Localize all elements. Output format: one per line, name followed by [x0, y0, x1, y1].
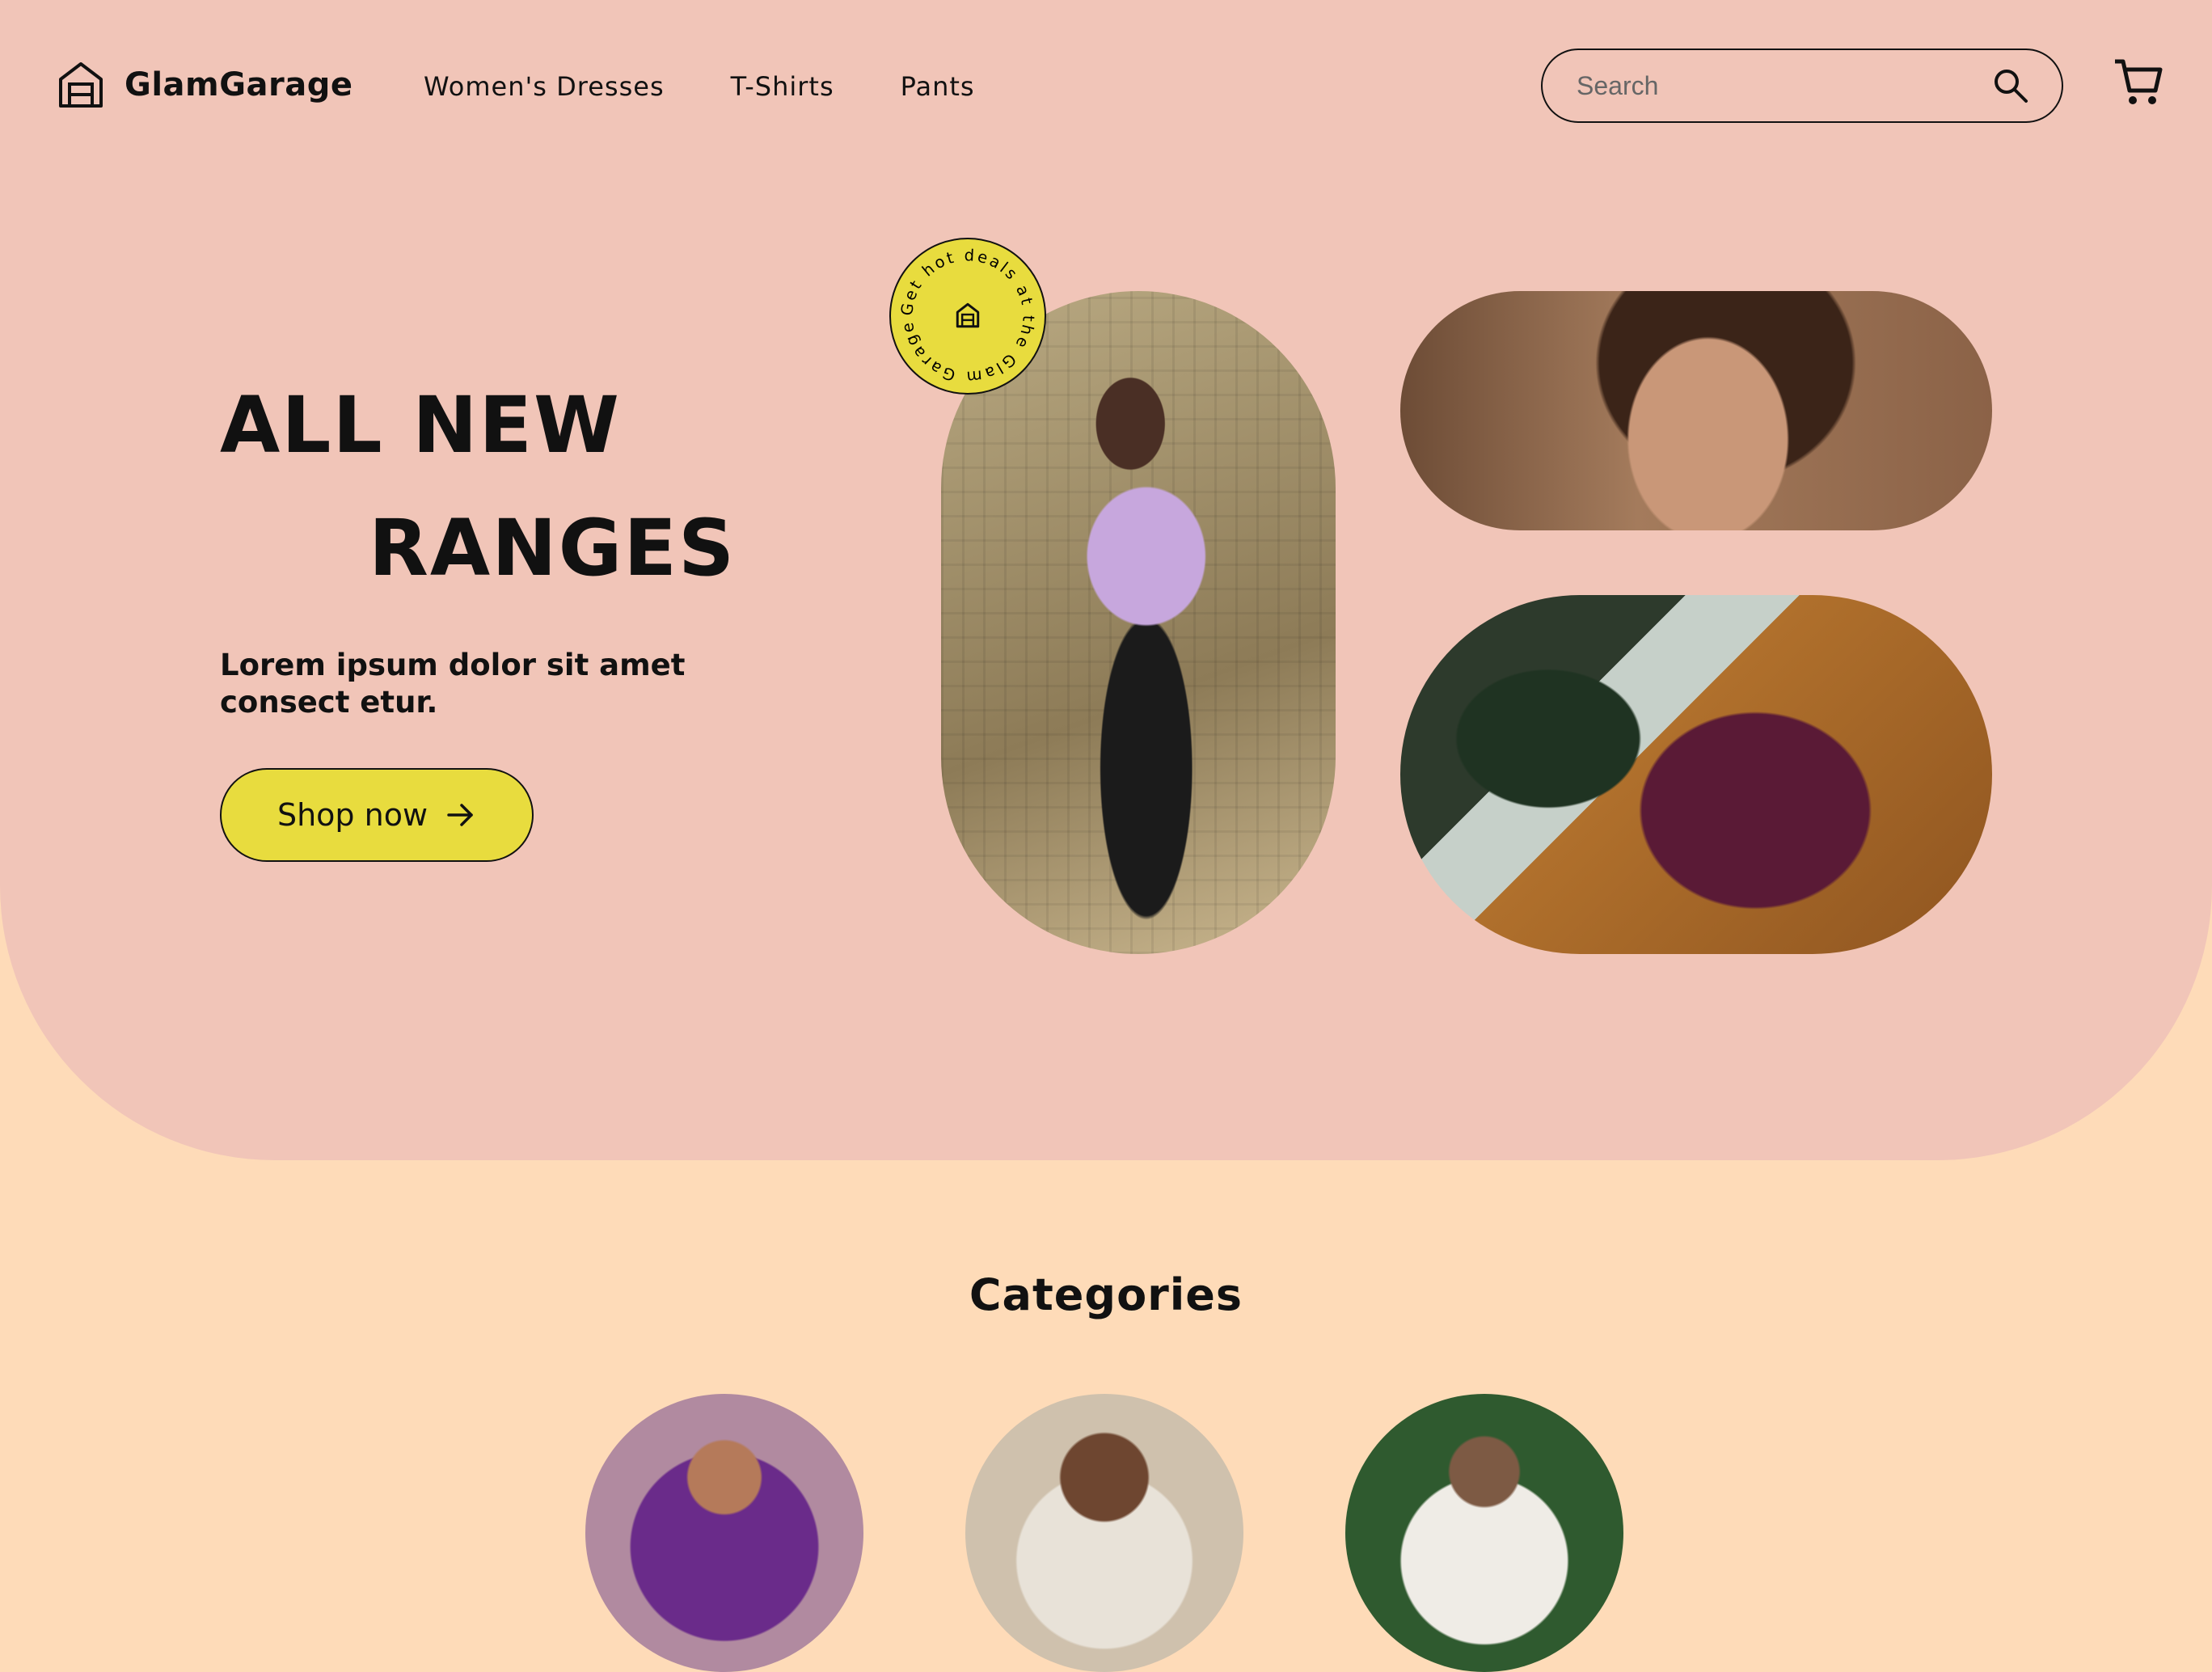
categories-title: Categories — [969, 1269, 1243, 1320]
category-card[interactable] — [965, 1394, 1243, 1672]
hero-title-line1: ALL NEW — [220, 380, 621, 471]
search-input[interactable] — [1577, 70, 1992, 101]
category-card[interactable] — [585, 1394, 863, 1672]
brand-logo[interactable]: GlamGarage — [58, 61, 353, 108]
nav-t-shirts[interactable]: T-Shirts — [731, 71, 834, 102]
search-bar — [1541, 49, 2063, 123]
main-nav: Women's Dresses T-Shirts Pants — [424, 71, 1041, 102]
brand-name: GlamGarage — [125, 66, 353, 103]
hero-title-line2: RANGES — [369, 503, 737, 593]
garage-logo-icon — [59, 62, 103, 108]
nav-pants[interactable]: Pants — [901, 71, 975, 102]
model-glasses-photo — [1400, 291, 1992, 530]
hot-deals-badge[interactable]: Get hot deals at the Glam Garage — [889, 238, 1046, 395]
hero-subtitle: Lorem ipsum dolor sit amet consect etur. — [220, 648, 686, 720]
arrow-right-icon — [447, 804, 473, 826]
garage-logo-icon — [956, 302, 980, 328]
search-icon[interactable] — [1992, 67, 2029, 104]
cart-icon[interactable] — [2112, 55, 2165, 108]
category-card[interactable] — [1345, 1394, 1623, 1672]
nav-womens-dresses[interactable]: Women's Dresses — [424, 71, 665, 102]
badge-text: Get hot deals at the Glam Garage — [897, 246, 1038, 386]
shop-now-label: Shop now — [276, 797, 428, 833]
shirt-photo — [1400, 595, 1992, 954]
shop-now-button[interactable]: Shop now — [220, 768, 534, 862]
